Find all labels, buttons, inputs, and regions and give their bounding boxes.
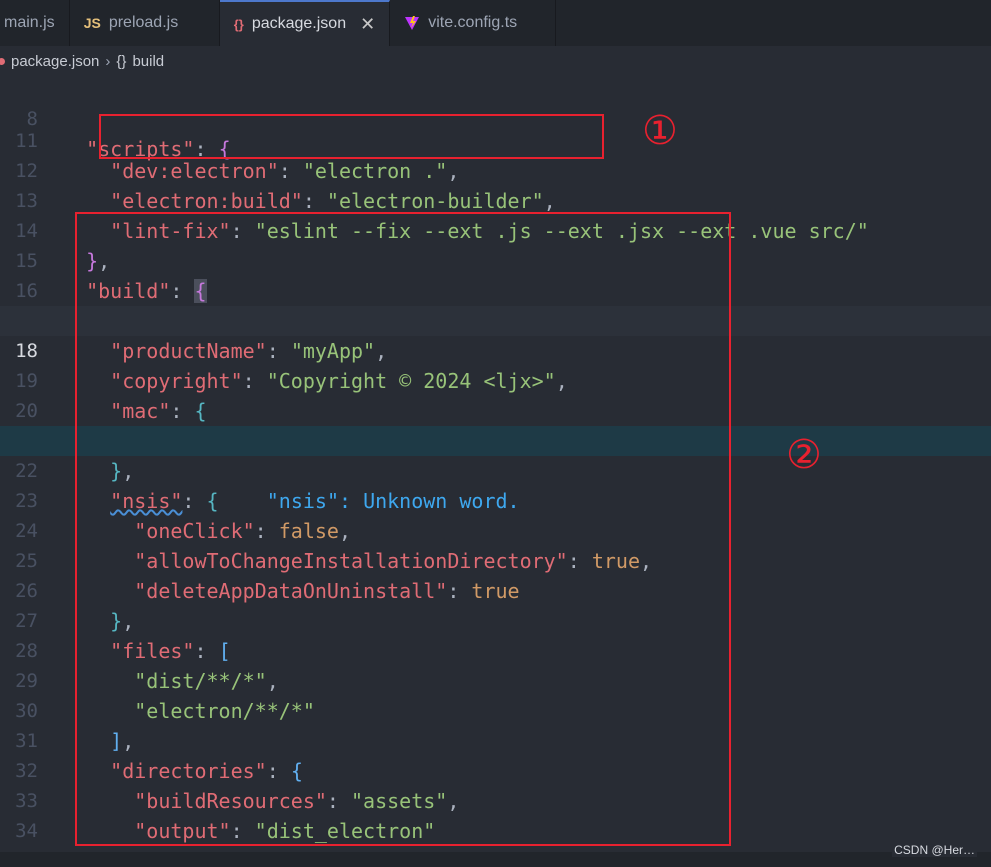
- tab-label: package.json: [251, 15, 347, 32]
- tab-package-json[interactable]: {} package.json ✕: [219, 0, 391, 46]
- tab-label: preload.js: [108, 14, 179, 31]
- chevron-right-icon: ›: [105, 52, 111, 70]
- annotation-box-1: [99, 114, 604, 159]
- vite-icon: [405, 16, 420, 30]
- watermark: CSDN @Her…: [892, 843, 977, 857]
- annotation-marker-2: ②: [786, 432, 822, 478]
- line-number: 8: [26, 108, 38, 130]
- tab-vite-config[interactable]: vite.config.ts: [390, 0, 557, 46]
- close-icon[interactable]: ✕: [360, 14, 375, 35]
- breadcrumb-symbol[interactable]: build: [132, 53, 164, 70]
- sticky-scroll-line[interactable]: 8 "scripts": {: [0, 76, 991, 161]
- json-file-icon: {}: [233, 16, 244, 32]
- annotation-marker-1: ①: [642, 108, 678, 154]
- tab-bar: main.js JS preload.js {} package.json ✕ …: [0, 0, 991, 46]
- tab-main-js[interactable]: main.js: [0, 0, 70, 46]
- braces-icon: {}: [116, 52, 127, 70]
- breadcrumb-file[interactable]: package.json: [11, 53, 99, 70]
- json-file-icon: [0, 57, 5, 65]
- breadcrumb: package.json › {} build: [0, 46, 991, 76]
- js-file-icon: JS: [83, 15, 101, 31]
- tab-label: main.js: [4, 14, 55, 31]
- annotation-box-2: [75, 212, 731, 846]
- bottom-bar: [0, 852, 991, 867]
- tab-preload-js[interactable]: JS preload.js: [70, 0, 220, 46]
- tab-label: vite.config.ts: [428, 14, 518, 31]
